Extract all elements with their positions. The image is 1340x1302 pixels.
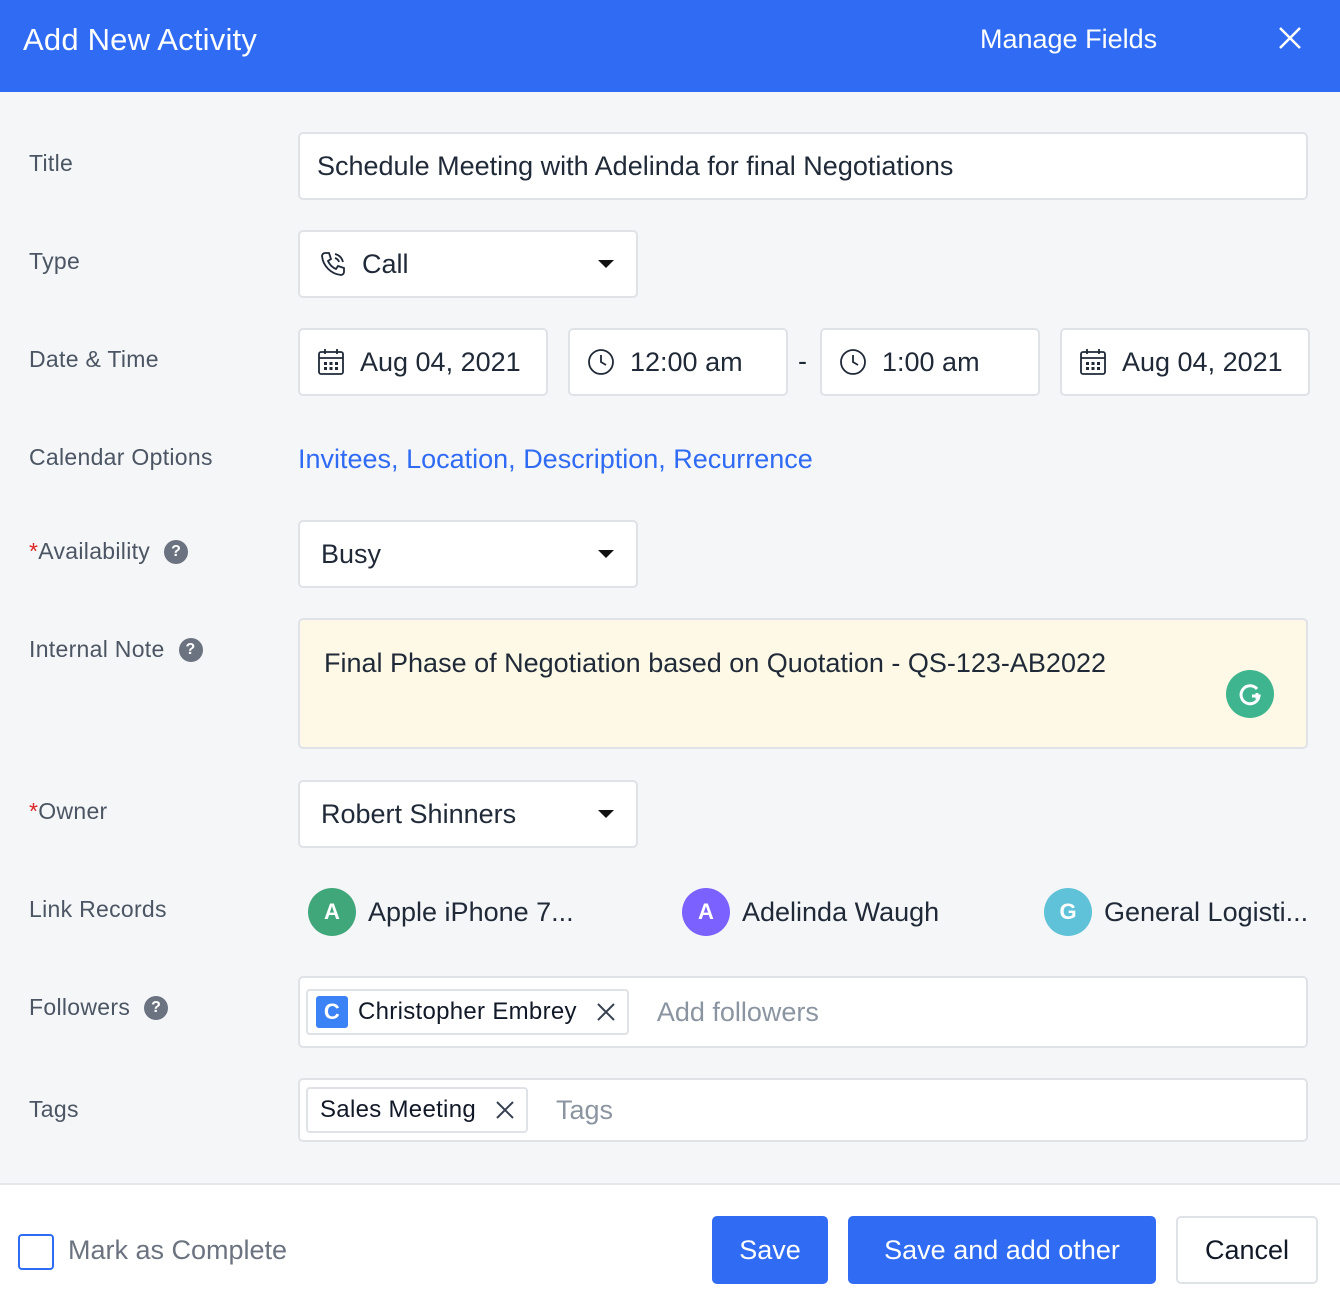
mark-complete-label[interactable]: Mark as Complete: [68, 1235, 287, 1266]
internal-note-textarea[interactable]: Final Phase of Negotiation based on Quot…: [298, 618, 1308, 749]
help-icon[interactable]: ?: [178, 637, 203, 662]
linked-record-name: Apple iPhone 7...: [368, 896, 574, 927]
remove-icon[interactable]: [494, 1099, 516, 1121]
calendar-icon: [316, 347, 346, 377]
availability-value: Busy: [321, 538, 382, 569]
avatar: G: [1044, 888, 1092, 936]
linked-record-name: Adelinda Waugh: [742, 896, 940, 927]
internal-note-value: Final Phase of Negotiation based on Quot…: [324, 648, 1106, 678]
followers-label: Followers ?: [29, 994, 169, 1021]
datetime-label: Date & Time: [29, 346, 159, 372]
clock-icon: [838, 347, 868, 377]
followers-placeholder: Add followers: [656, 996, 819, 1027]
end-time-value: 1:00 am: [882, 346, 980, 377]
followers-input[interactable]: C Christopher Embrey Add followers: [298, 976, 1308, 1048]
location-link[interactable]: Location,: [406, 444, 516, 474]
availability-label: * Availability ?: [29, 538, 189, 565]
type-select[interactable]: Call: [298, 230, 638, 298]
linked-record[interactable]: A Apple iPhone 7...: [308, 888, 574, 936]
calendar-options-links: Invitees, Location, Description, Recurre…: [298, 444, 813, 475]
owner-label: * Owner: [29, 798, 108, 825]
owner-select[interactable]: Robert Shinners: [298, 780, 638, 848]
start-date-value: Aug 04, 2021: [360, 346, 521, 377]
follower-chip-name: Christopher Embrey: [358, 998, 577, 1025]
internal-note-label: Internal Note ?: [29, 636, 203, 663]
mark-complete-checkbox[interactable]: [18, 1234, 54, 1270]
dialog-footer: Mark as Complete Save Save and add other…: [0, 1183, 1340, 1302]
title-input[interactable]: Schedule Meeting with Adelinda for final…: [298, 132, 1308, 200]
owner-label-text: Owner: [38, 798, 108, 824]
dialog-header: Add New Activity Manage Fields: [0, 0, 1340, 92]
recurrence-link[interactable]: Recurrence: [673, 444, 813, 474]
chevron-down-icon: [598, 550, 614, 558]
tags-placeholder: Tags: [556, 1094, 614, 1125]
close-icon[interactable]: [1272, 20, 1308, 56]
internal-note-label-text: Internal Note: [29, 636, 165, 662]
avatar: A: [308, 888, 356, 936]
start-date-input[interactable]: Aug 04, 2021: [298, 328, 548, 396]
chevron-down-icon: [598, 260, 614, 268]
cancel-button[interactable]: Cancel: [1176, 1216, 1318, 1284]
title-label: Title: [29, 150, 74, 176]
follower-chip: C Christopher Embrey: [306, 989, 629, 1035]
required-mark: *: [29, 538, 39, 564]
time-separator: -: [798, 346, 807, 376]
invitees-link[interactable]: Invitees,: [298, 444, 399, 474]
tag-chip: Sales Meeting: [306, 1087, 528, 1133]
end-date-value: Aug 04, 2021: [1122, 346, 1283, 377]
title-value: Schedule Meeting with Adelinda for final…: [317, 150, 954, 181]
start-time-value: 12:00 am: [630, 346, 743, 377]
type-label: Type: [29, 248, 81, 274]
clock-icon: [586, 347, 616, 377]
calendar-options-label: Calendar Options: [29, 444, 213, 470]
manage-fields-link[interactable]: Manage Fields: [980, 24, 1157, 55]
help-icon[interactable]: ?: [144, 995, 169, 1020]
end-date-input[interactable]: Aug 04, 2021: [1060, 328, 1310, 396]
tags-input[interactable]: Sales Meeting Tags: [298, 1078, 1308, 1142]
type-value: Call: [362, 248, 409, 279]
avatar: C: [316, 996, 348, 1028]
remove-icon[interactable]: [595, 1001, 617, 1023]
link-records-label: Link Records: [29, 896, 167, 922]
avatar: A: [682, 888, 730, 936]
start-time-input[interactable]: 12:00 am: [568, 328, 788, 396]
linked-record[interactable]: A Adelinda Waugh: [682, 888, 939, 936]
save-and-add-other-button[interactable]: Save and add other: [848, 1216, 1156, 1284]
save-button[interactable]: Save: [712, 1216, 828, 1284]
description-link[interactable]: Description,: [523, 444, 666, 474]
tags-label: Tags: [29, 1096, 79, 1122]
dialog-title: Add New Activity: [23, 22, 258, 57]
chevron-down-icon: [598, 810, 614, 818]
followers-label-text: Followers: [29, 994, 131, 1020]
availability-label-text: Availability: [38, 538, 151, 564]
end-time-input[interactable]: 1:00 am: [820, 328, 1040, 396]
linked-record[interactable]: G General Logisti...: [1044, 888, 1308, 936]
help-icon[interactable]: ?: [164, 539, 189, 564]
phone-call-icon: [318, 249, 348, 279]
tag-chip-name: Sales Meeting: [320, 1096, 476, 1123]
availability-select[interactable]: Busy: [298, 520, 638, 588]
grammarly-icon[interactable]: [1226, 670, 1274, 718]
linked-record-name: General Logisti...: [1104, 896, 1309, 927]
calendar-icon: [1078, 347, 1108, 377]
required-mark: *: [29, 798, 39, 824]
owner-value: Robert Shinners: [321, 798, 517, 829]
